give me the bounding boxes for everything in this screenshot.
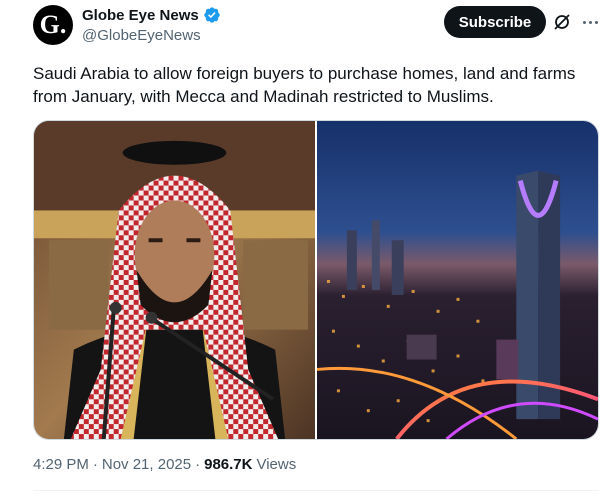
meta-separator: · xyxy=(92,456,98,473)
media-grid xyxy=(33,120,599,440)
tweet-time[interactable]: 4:29 PM xyxy=(33,456,89,473)
display-name[interactable]: Globe Eye News xyxy=(82,7,199,24)
tweet-text: Saudi Arabia to allow foreign buyers to … xyxy=(33,64,576,106)
verified-badge-icon xyxy=(203,6,221,24)
views-label: Views xyxy=(256,456,297,473)
tweet-date[interactable]: Nov 21, 2025 xyxy=(102,456,191,473)
tweet-meta: 4:29 PM · Nov 21, 2025 · 986.7K Views xyxy=(33,456,296,473)
grok-icon[interactable] xyxy=(552,12,572,32)
meta-separator: · xyxy=(195,456,201,473)
dot-icon xyxy=(594,20,598,24)
subscribe-button[interactable]: Subscribe xyxy=(444,6,546,38)
media-photo-portrait[interactable] xyxy=(34,121,315,439)
author-handle[interactable]: @GlobeEyeNews xyxy=(82,27,201,44)
dot-icon xyxy=(588,20,592,24)
divider xyxy=(33,490,599,491)
avatar[interactable]: G. xyxy=(33,5,73,45)
views-count[interactable]: 986.7K xyxy=(204,456,252,473)
dot-icon xyxy=(582,20,586,24)
avatar-letter: G. xyxy=(39,10,67,39)
media-photo-city[interactable] xyxy=(317,121,598,439)
author-name-row: Globe Eye News xyxy=(82,6,221,24)
more-icon[interactable] xyxy=(580,12,600,32)
